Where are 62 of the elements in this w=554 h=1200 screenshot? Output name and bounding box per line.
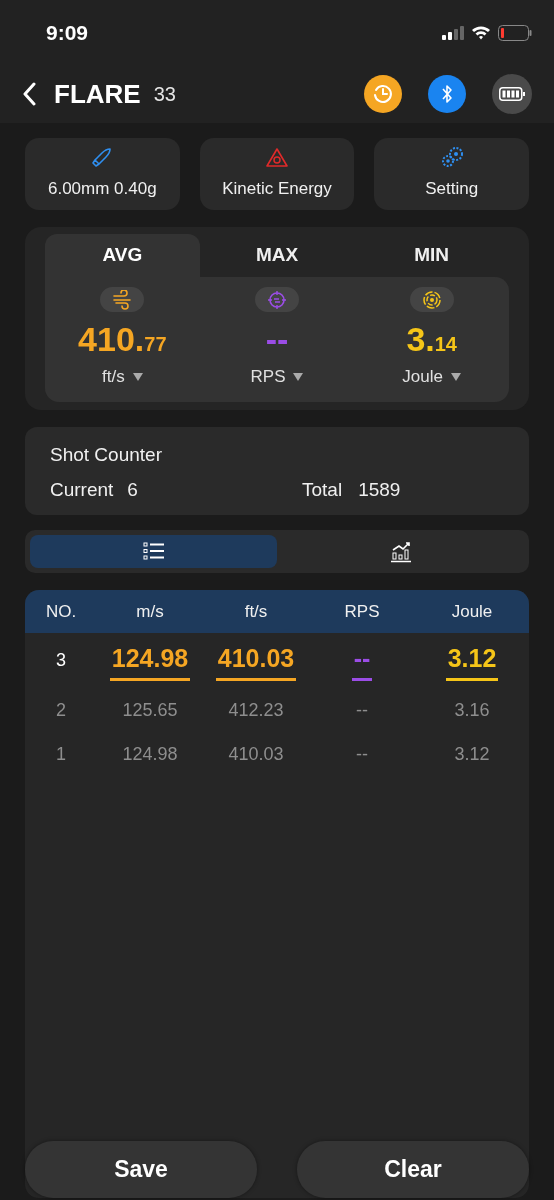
action-button[interactable]: Save xyxy=(25,1141,257,1198)
column-header: ft/s xyxy=(244,600,268,623)
battery-button[interactable] xyxy=(492,74,532,114)
table-cell-text: 412.23 xyxy=(228,698,284,722)
wifi-icon xyxy=(471,25,491,40)
stat-value: 410.77 xyxy=(78,319,167,360)
table-cell-text: -- xyxy=(356,742,368,766)
history-button[interactable] xyxy=(364,75,402,113)
table-cell-text: 125.65 xyxy=(122,698,178,722)
stat-value: 3.14 xyxy=(406,319,457,360)
ammo-button[interactable]: 6.00mm 0.40g xyxy=(25,138,180,210)
stat-tab[interactable]: MAX xyxy=(199,234,355,277)
target-icon xyxy=(420,289,443,310)
back-icon xyxy=(22,82,36,106)
total-label: Total xyxy=(302,477,343,502)
bluetooth-icon xyxy=(441,84,453,104)
stat-value: -- xyxy=(265,319,289,360)
counter-title: Shot Counter xyxy=(50,443,163,467)
back-button[interactable] xyxy=(22,82,36,106)
signal-icon xyxy=(442,25,464,40)
table-cell-text: 410.03 xyxy=(228,742,284,766)
status-time: 9:09 xyxy=(46,19,89,46)
table-cell-text: 2 xyxy=(56,698,66,722)
table-cell-text: 3 xyxy=(56,649,66,672)
table-cell: -- xyxy=(351,639,373,682)
current-label: Current xyxy=(50,477,114,502)
unit-dropdown[interactable]: Joule xyxy=(402,364,461,390)
list-icon xyxy=(142,540,165,563)
device-number: 33 xyxy=(153,82,176,107)
table-cell-text: 124.98 xyxy=(122,742,178,766)
caret-icon xyxy=(132,372,143,381)
table-cell-text: -- xyxy=(356,698,368,722)
table-cell: 124.98 xyxy=(109,639,191,682)
battery-low-icon xyxy=(498,24,532,41)
settings-button[interactable]: Setting xyxy=(374,138,529,210)
current-value: 6 xyxy=(127,477,138,502)
energy-button[interactable]: Kinetic Energy xyxy=(199,138,355,210)
caret-icon xyxy=(451,372,461,381)
clock-icon xyxy=(372,83,394,105)
unit-dropdown[interactable]: RPS xyxy=(250,364,304,390)
table-cell-text: 1 xyxy=(56,742,66,766)
table-cell: 3.12 xyxy=(445,639,499,682)
stat-tab[interactable]: MIN xyxy=(354,234,509,277)
column-header: RPS xyxy=(344,600,380,623)
total-value: 1589 xyxy=(358,477,401,502)
caret-icon xyxy=(293,372,304,381)
bar-chart-icon xyxy=(389,540,412,563)
action-button[interactable]: Clear xyxy=(297,1141,529,1198)
battery-full-icon xyxy=(499,87,525,101)
table-cell-text: 3.12 xyxy=(454,742,490,766)
bluetooth-button[interactable] xyxy=(428,75,466,113)
device-name: FLARE xyxy=(54,77,141,111)
column-header: Joule xyxy=(451,600,493,623)
crosshair-icon xyxy=(266,289,288,310)
wind-icon xyxy=(111,289,134,310)
table-cell-text: 3.16 xyxy=(454,698,490,722)
table-cell: 410.03 xyxy=(215,639,297,682)
column-header: NO. xyxy=(45,600,77,623)
stat-tab[interactable]: AVG xyxy=(45,234,200,277)
column-header: m/s xyxy=(136,600,164,623)
unit-dropdown[interactable]: ft/s xyxy=(102,364,143,390)
view-tab[interactable] xyxy=(30,535,277,568)
